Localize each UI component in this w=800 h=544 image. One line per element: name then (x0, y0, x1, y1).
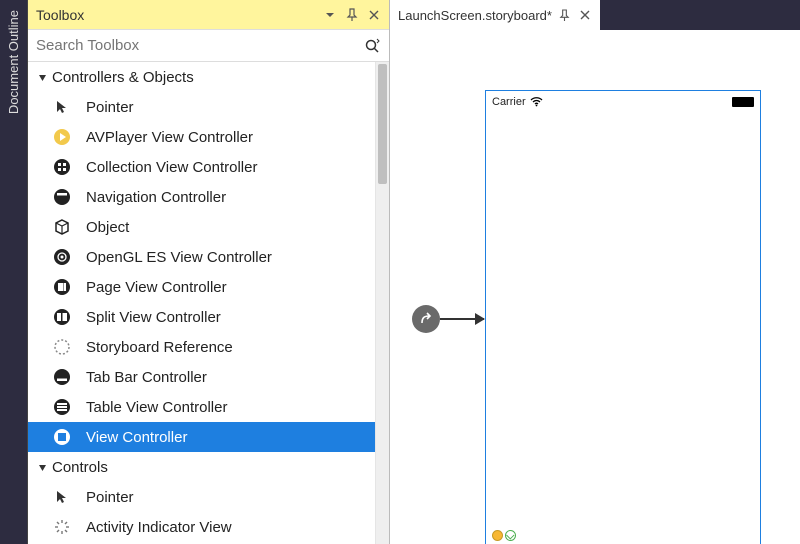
toolbox-item[interactable]: AVPlayer View Controller (28, 122, 375, 152)
item-label: Page View Controller (86, 279, 375, 296)
table-icon (52, 397, 72, 417)
arrow-icon (440, 318, 484, 320)
item-label: Navigation Controller (86, 189, 375, 206)
group-label: Controllers & Objects (52, 69, 194, 86)
tabbar-icon (52, 367, 72, 387)
item-label: Collection View Controller (86, 159, 375, 176)
toolbox-item[interactable]: OpenGL ES View Controller (28, 242, 375, 272)
toolbox-item[interactable]: Storyboard Reference (28, 332, 375, 362)
scene-indicators (492, 530, 516, 541)
collection-icon (52, 157, 72, 177)
collapse-icon (36, 461, 48, 473)
toolbox-search (28, 30, 389, 62)
toolbox-item[interactable]: Pointer (28, 92, 375, 122)
toolbox-item[interactable]: Object (28, 212, 375, 242)
toolbox-item[interactable]: Split View Controller (28, 302, 375, 332)
item-label: Split View Controller (86, 309, 375, 326)
navigation-icon (52, 187, 72, 207)
item-label: Storyboard Reference (86, 339, 375, 356)
view-icon (52, 427, 72, 447)
designer-panel: LaunchScreen.storyboard* Carrier (390, 0, 800, 544)
toolbox-item[interactable]: Pointer (28, 482, 375, 512)
toolbox-panel: Toolbox Controllers & Objects Pointer AVPl… (28, 0, 390, 544)
item-label: Pointer (86, 99, 375, 116)
document-outline-tab[interactable]: Document Outline (0, 0, 28, 544)
carrier-label: Carrier (492, 96, 543, 108)
entry-point-arrow[interactable] (412, 305, 484, 333)
scene-check-icon (505, 530, 516, 541)
item-label: Pointer (86, 489, 375, 506)
toolbox-item[interactable]: Tab Bar Controller (28, 362, 375, 392)
toolbox-item[interactable]: Collection View Controller (28, 152, 375, 182)
scene-dot-icon (492, 530, 503, 541)
document-outline-label: Document Outline (4, 4, 23, 120)
item-label: AVPlayer View Controller (86, 129, 375, 146)
toolbox-item[interactable]: Table View Controller (28, 392, 375, 422)
search-input[interactable] (36, 37, 361, 54)
pin-icon[interactable] (343, 6, 361, 24)
dropdown-icon[interactable] (321, 6, 339, 24)
item-label: Tab Bar Controller (86, 369, 375, 386)
group-header[interactable]: Controls (28, 452, 375, 482)
toolbox-item[interactable]: Navigation Controller (28, 182, 375, 212)
document-tabbar: LaunchScreen.storyboard* (390, 0, 800, 30)
toolbox-item[interactable]: View Controller (28, 422, 375, 452)
toolbox-item[interactable]: Page View Controller (28, 272, 375, 302)
design-canvas[interactable]: Carrier (390, 30, 800, 544)
entry-point-icon (412, 305, 440, 333)
tab-label: LaunchScreen.storyboard* (398, 8, 552, 23)
activity-icon (52, 517, 72, 537)
scrollbar[interactable] (375, 62, 389, 544)
item-label: Activity Indicator View (86, 519, 375, 536)
item-label: Table View Controller (86, 399, 375, 416)
wifi-icon (530, 97, 543, 107)
storyboard-icon (52, 337, 72, 357)
page-icon (52, 277, 72, 297)
tab-close-icon[interactable] (578, 8, 592, 22)
item-label: View Controller (86, 429, 375, 446)
tab-pin-icon[interactable] (558, 8, 572, 22)
toolbox-header: Toolbox (28, 0, 389, 30)
toolbox-list: Controllers & Objects Pointer AVPlayer Vie… (28, 62, 375, 544)
tab-launchscreen[interactable]: LaunchScreen.storyboard* (390, 0, 600, 30)
toolbox-title: Toolbox (36, 7, 317, 23)
pointer-icon (52, 487, 72, 507)
group-label: Controls (52, 459, 108, 476)
opengl-icon (52, 247, 72, 267)
split-icon (52, 307, 72, 327)
close-icon[interactable] (365, 6, 383, 24)
phone-frame[interactable]: Carrier (485, 90, 761, 544)
toolbox-item[interactable]: Activity Indicator View (28, 512, 375, 542)
battery-icon (732, 97, 754, 107)
item-label: Object (86, 219, 375, 236)
avplayer-icon (52, 127, 72, 147)
item-label: OpenGL ES View Controller (86, 249, 375, 266)
status-bar: Carrier (486, 91, 760, 113)
group-header[interactable]: Controllers & Objects (28, 62, 375, 92)
object-icon (52, 217, 72, 237)
collapse-icon (36, 71, 48, 83)
pointer-icon (52, 97, 72, 117)
scrollbar-thumb[interactable] (378, 64, 387, 184)
search-icon[interactable] (361, 35, 383, 57)
